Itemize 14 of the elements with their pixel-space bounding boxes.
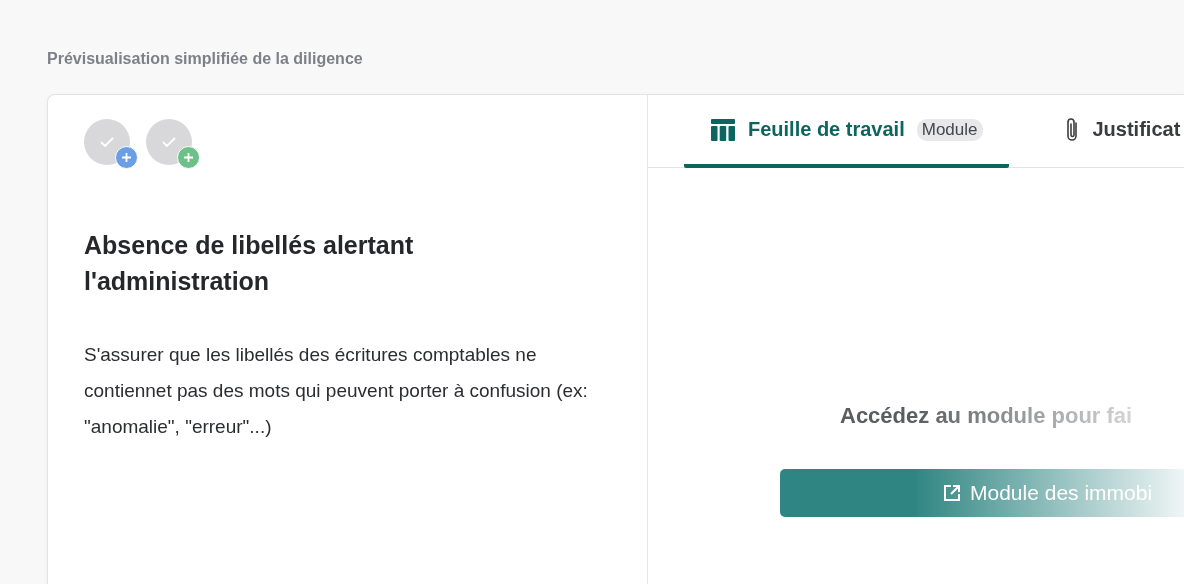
diligence-description: S'assurer que les libellés des écritures comptables ne contiennet pas des mots qui peuvent porter à confusion (ex: "anomalie", "erreur"...) — [84, 343, 589, 439]
module-badge: Module — [916, 118, 983, 141]
tab[interactable]: Feuille de travail Module — [684, 95, 1009, 168]
tab[interactable]: Justificat — [1036, 95, 1184, 168]
avatar[interactable] — [84, 119, 130, 165]
check-icon — [161, 136, 177, 148]
tab-label: Feuille de travail — [748, 118, 905, 141]
check-icon — [99, 136, 115, 148]
external-link-icon — [942, 483, 962, 503]
diligence-title: Absence de libellés alertant l'administration — [84, 230, 415, 297]
table-icon — [710, 117, 736, 142]
avatar[interactable] — [146, 119, 192, 165]
tab-label: Justificat — [1092, 118, 1181, 141]
preview-heading: Prévisualisation simplifiée de la diligence — [47, 50, 364, 68]
